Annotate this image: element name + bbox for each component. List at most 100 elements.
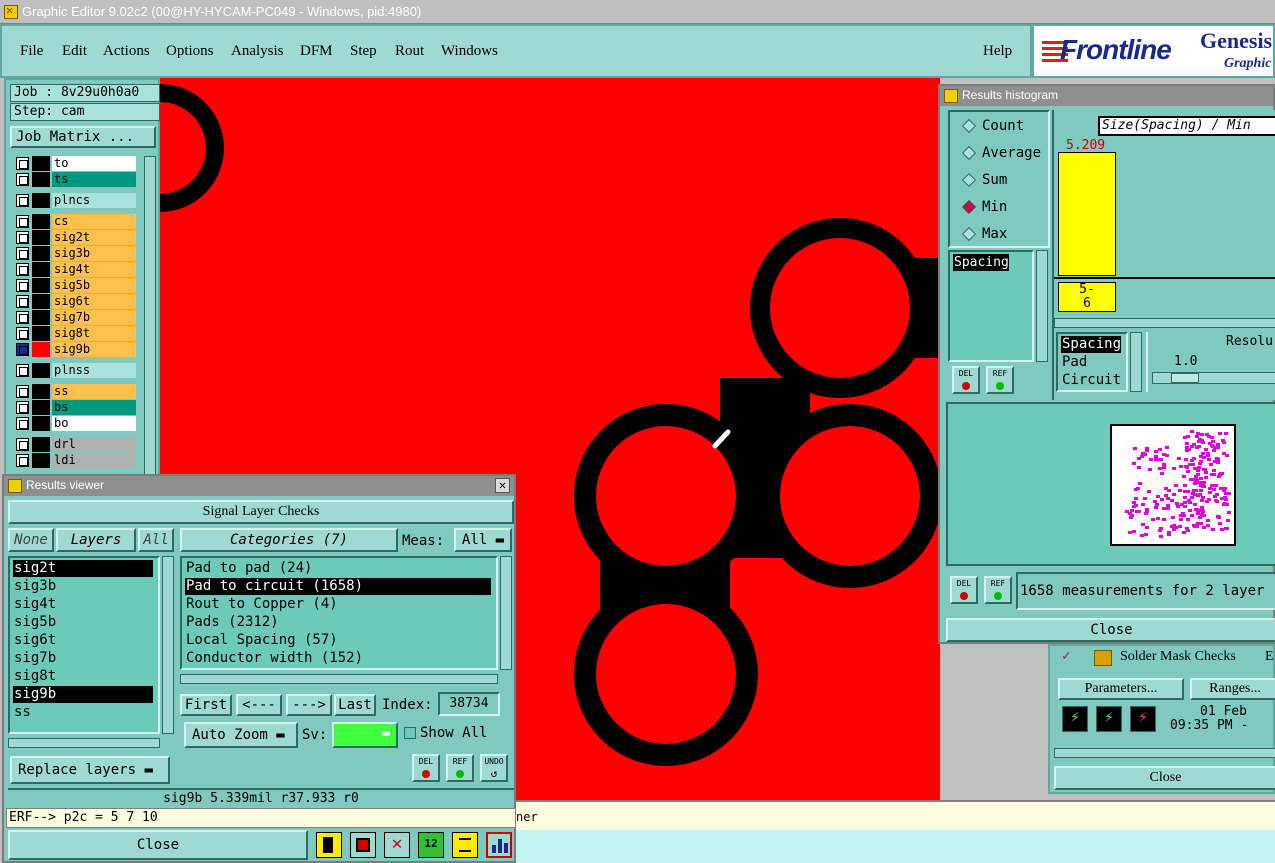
compare-icon[interactable]: 12: [418, 832, 444, 858]
layer-row[interactable]: bo: [16, 416, 136, 431]
first-button[interactable]: First: [180, 694, 232, 716]
menu-rout[interactable]: Rout: [395, 43, 424, 60]
layer-checkbox[interactable]: [16, 263, 29, 276]
job-matrix-button[interactable]: Job Matrix ...: [10, 126, 156, 148]
layer-checkbox[interactable]: [16, 311, 29, 324]
layer-checkbox[interactable]: [16, 438, 29, 451]
list-item[interactable]: sig8t: [13, 668, 153, 685]
layer-row[interactable]: to: [16, 156, 136, 171]
signal-layer-checks-header[interactable]: Signal Layer Checks: [8, 500, 514, 524]
list-item[interactable]: Pad: [1061, 354, 1087, 371]
layer-checkbox[interactable]: [16, 385, 29, 398]
last-button[interactable]: Last: [334, 694, 376, 716]
layer-checkbox[interactable]: [16, 247, 29, 260]
next-button[interactable]: --->: [286, 694, 332, 716]
ref-button[interactable]: REF: [986, 366, 1014, 394]
histogram-bar[interactable]: [1058, 152, 1116, 276]
overview-thumbnail[interactable]: [1110, 424, 1236, 546]
meas-dropdown[interactable]: All ▬: [454, 528, 512, 552]
menu-file[interactable]: File: [20, 43, 43, 60]
layer-checkbox[interactable]: [16, 417, 29, 430]
menu-step[interactable]: Step: [350, 43, 377, 60]
layer-checkbox[interactable]: [16, 173, 29, 186]
layer-row[interactable]: drl: [16, 437, 136, 452]
layer-checkbox[interactable]: [16, 401, 29, 414]
layer-row[interactable]: plnss: [16, 363, 136, 378]
layer-row[interactable]: sig9b: [16, 342, 136, 357]
histogram-close-button[interactable]: Close: [946, 618, 1275, 642]
list-item[interactable]: sig3b: [13, 578, 153, 595]
layer-checkbox[interactable]: [16, 343, 29, 356]
replace-layers-dropdown[interactable]: Replace layers ▬: [10, 756, 170, 784]
plot-scrollbar[interactable]: [1054, 318, 1275, 328]
measure-scrollbar[interactable]: [1036, 250, 1048, 362]
parameters-button[interactable]: Parameters...: [1058, 678, 1184, 700]
auto-zoom-dropdown[interactable]: Auto Zoom ▬: [184, 722, 298, 748]
menu-options[interactable]: Options: [166, 43, 214, 60]
layer-scrollbar[interactable]: [144, 156, 156, 476]
del-button[interactable]: DEL: [950, 576, 978, 604]
layer-checkbox[interactable]: [16, 215, 29, 228]
layer-results-scrollbar[interactable]: [162, 556, 174, 734]
layer-checkbox[interactable]: [16, 194, 29, 207]
ref-button[interactable]: REF: [446, 754, 474, 782]
list-item[interactable]: Pad to pad (24): [185, 560, 491, 577]
histogram-icon[interactable]: [486, 832, 512, 858]
histogram-titlebar[interactable]: Results histogram: [940, 86, 1273, 106]
list-item[interactable]: ss: [13, 704, 153, 721]
run-all-icon[interactable]: ⚡: [1096, 706, 1122, 732]
layer-checkbox[interactable]: [16, 364, 29, 377]
none-button[interactable]: None: [8, 528, 54, 552]
all-layers-button[interactable]: All: [138, 528, 174, 552]
layer-row[interactable]: cs: [16, 214, 136, 229]
layer-row[interactable]: plncs: [16, 193, 136, 208]
layer-checkbox[interactable]: [16, 295, 29, 308]
list-item[interactable]: Circuit: [1061, 372, 1121, 389]
layer-checkbox[interactable]: [16, 157, 29, 170]
list-item[interactable]: Pad to circuit (1658): [185, 578, 491, 595]
list-item[interactable]: Pads (2312): [185, 614, 491, 631]
type-scrollbar[interactable]: [1130, 332, 1142, 392]
menu-help[interactable]: Help: [983, 43, 1012, 60]
layer-checkbox[interactable]: [16, 327, 29, 340]
layer-row[interactable]: sig8t: [16, 326, 136, 341]
resolution-slider[interactable]: [1152, 372, 1275, 384]
report-icon[interactable]: [452, 832, 478, 858]
stop-icon[interactable]: ⚡: [1130, 706, 1156, 732]
layer-row[interactable]: ldi: [16, 453, 136, 468]
del-button[interactable]: DEL: [952, 366, 980, 394]
list-item[interactable]: Rout to Copper (4): [185, 596, 491, 613]
menu-edit[interactable]: Edit: [62, 43, 87, 60]
layer-row[interactable]: sig3b: [16, 246, 136, 261]
list-item[interactable]: sig7b: [13, 650, 153, 667]
layer-row[interactable]: sig6t: [16, 294, 136, 309]
show-all-checkbox[interactable]: [404, 727, 416, 739]
ranges-button[interactable]: Ranges...: [1190, 678, 1275, 700]
layer-row[interactable]: bs: [16, 400, 136, 415]
list-item[interactable]: Conductor width (152): [185, 650, 491, 667]
ref-button[interactable]: REF: [984, 576, 1012, 604]
menu-dfm[interactable]: DFM: [300, 43, 333, 60]
delete-ref-icon[interactable]: ✕: [384, 832, 410, 858]
undo-button[interactable]: UNDO ↺: [480, 754, 508, 782]
list-item[interactable]: sig2t: [13, 560, 153, 577]
close-icon[interactable]: ✕: [495, 478, 510, 493]
tool-icon-1[interactable]: [316, 832, 342, 858]
run-icon[interactable]: ⚡: [1062, 706, 1088, 732]
menu-actions[interactable]: Actions: [103, 43, 150, 60]
checks-scrollbar[interactable]: [1054, 748, 1275, 758]
layer-row[interactable]: sig7b: [16, 310, 136, 325]
severity-dropdown[interactable]: ▬: [332, 722, 398, 748]
check-item-label[interactable]: Solder Mask Checks: [1120, 649, 1236, 665]
layer-results-hscrollbar[interactable]: [8, 738, 160, 748]
list-item[interactable]: sig9b: [13, 686, 153, 703]
layer-checkbox[interactable]: [16, 279, 29, 292]
list-item[interactable]: Spacing: [953, 254, 1009, 271]
layer-row[interactable]: sig2t: [16, 230, 136, 245]
layer-checkbox[interactable]: [16, 231, 29, 244]
slider-thumb[interactable]: [1171, 373, 1199, 383]
layer-row[interactable]: sig4t: [16, 262, 136, 277]
list-item[interactable]: sig4t: [13, 596, 153, 613]
category-scrollbar[interactable]: [500, 556, 512, 670]
del-button[interactable]: DEL: [412, 754, 440, 782]
